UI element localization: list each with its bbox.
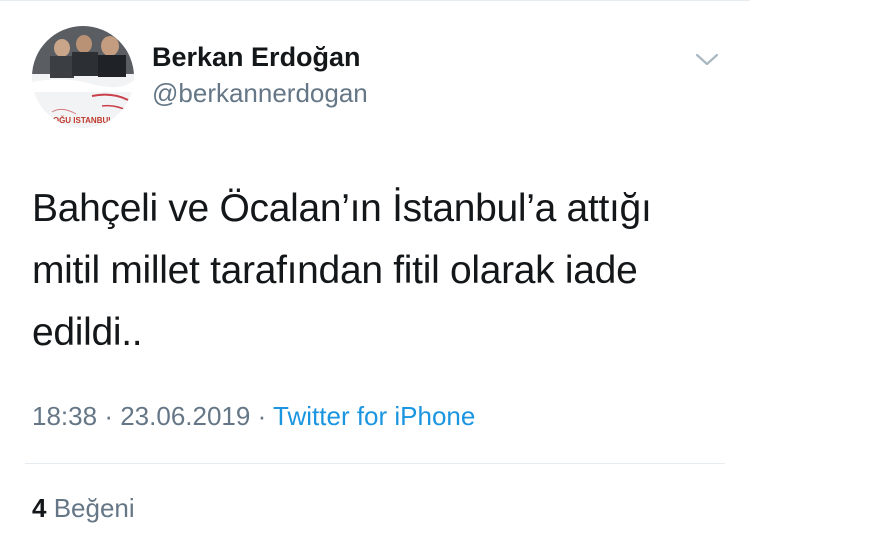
likes-count: 4 [32, 493, 47, 523]
avatar-photo: OĞU ISTANBUL [32, 26, 134, 128]
author-display-name[interactable]: Berkan Erdoğan [152, 42, 361, 73]
stats-divider [25, 463, 725, 464]
author-handle[interactable]: @berkannerdogan [152, 78, 368, 109]
meta-separator: · [104, 401, 113, 431]
tweet-text-line: edildi.. [32, 311, 143, 354]
meta-separator: · [257, 401, 267, 431]
avatar[interactable]: OĞU ISTANBUL [32, 26, 134, 128]
tweet-text-line: mitil millet tarafından fitil olarak iad… [32, 249, 638, 292]
tweet-meta: 18:38 · 23.06.2019 · Twitter for iPhone [32, 401, 475, 432]
tweet-date[interactable]: 23.06.2019 [120, 401, 250, 431]
avatar-banner-text: OĞU ISTANBUL [53, 116, 113, 125]
tweet-detail: OĞU ISTANBUL Berkan Erdoğan @berkannerdo… [0, 0, 880, 549]
chevron-down-icon[interactable] [694, 49, 720, 69]
tweet-source-link[interactable]: Twitter for iPhone [273, 401, 475, 431]
likes-stat[interactable]: 4 Beğeni [32, 493, 135, 524]
tweet-time[interactable]: 18:38 [32, 401, 97, 431]
top-divider [0, 0, 750, 1]
likes-label: Beğeni [53, 493, 135, 523]
tweet-text: Bahçeli ve Öcalan’ın İstanbul’a attığı m… [32, 178, 712, 364]
tweet-text-line: Bahçeli ve Öcalan’ın İstanbul’a attığı [32, 187, 652, 230]
